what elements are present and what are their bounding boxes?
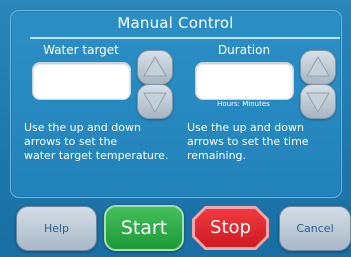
instruction-line: remaining. (187, 149, 247, 162)
triangle-down-icon (306, 92, 330, 113)
duration-down-button[interactable] (300, 84, 336, 119)
triangle-down-icon (143, 92, 167, 113)
stop-button[interactable]: Stop (191, 205, 270, 251)
water-target-instructions: Use the up and down arrows to set the wa… (24, 121, 184, 163)
water-target-up-button[interactable] (137, 50, 173, 85)
water-target-field[interactable] (32, 62, 131, 100)
instruction-line: Use the up and down (24, 121, 141, 134)
duration-label: Duration (217, 43, 271, 57)
water-target-down-button[interactable] (137, 84, 173, 119)
duration-field[interactable] (195, 62, 294, 100)
instruction-line: arrows to set the time (187, 135, 309, 148)
title-divider (30, 37, 340, 39)
instruction-line: arrows to set the (24, 135, 118, 148)
panel-title: Manual Control (117, 14, 234, 32)
duration-up-button[interactable] (300, 50, 336, 85)
instruction-line: Use the up and down (187, 121, 304, 134)
triangle-up-icon (306, 56, 330, 77)
duration-units-label: Hours: Minutes (217, 100, 270, 108)
water-target-label: Water target (43, 43, 119, 57)
triangle-up-icon (143, 56, 167, 77)
instruction-line: water target temperature. (24, 149, 169, 162)
help-button[interactable]: Help (16, 206, 97, 251)
stop-button-label: Stop (210, 217, 251, 238)
duration-instructions: Use the up and down arrows to set the ti… (187, 121, 337, 163)
start-button[interactable]: Start (104, 205, 184, 251)
cancel-button[interactable]: Cancel (279, 206, 351, 251)
